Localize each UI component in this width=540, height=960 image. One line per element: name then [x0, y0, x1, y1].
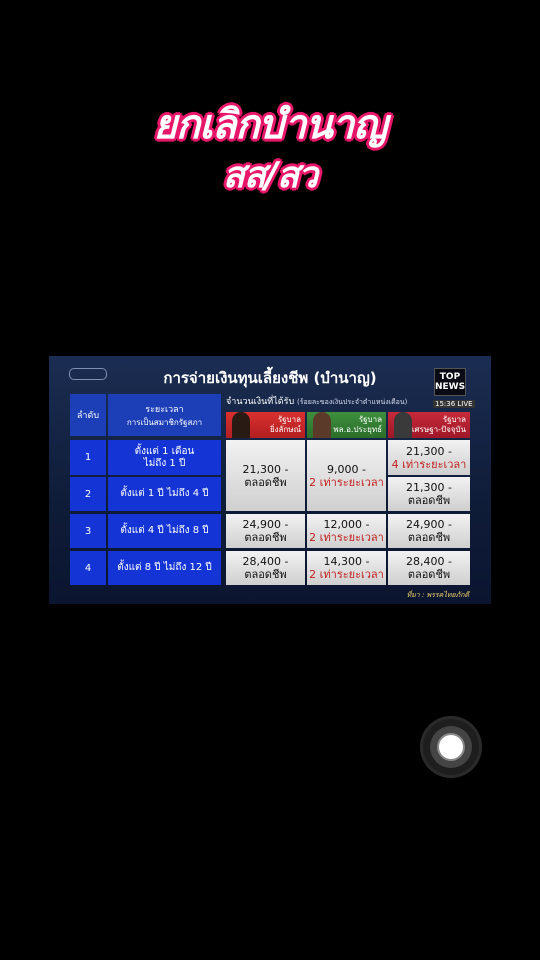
value-prayut-r4: 14,300 - 2 เท่าระยะเวลา: [307, 551, 386, 585]
row-4-rank: 4: [70, 551, 106, 585]
row-1-rank: 1: [70, 440, 106, 475]
term: ตลอดชีพ: [244, 531, 287, 544]
term: ตลอดชีพ: [244, 475, 287, 489]
row-4-duration: ตั้งแต่ 8 ปี ไม่ถึง 12 ปี: [108, 551, 221, 585]
assistive-touch-button[interactable]: [420, 716, 482, 778]
value-prayut-r1-2: 9,000 - 2 เท่าระยะเวลา: [307, 440, 386, 511]
amount: 9,000 -: [327, 462, 366, 476]
duration-text: ตั้งแต่ 8 ปี ไม่ถึง 12 ปี: [117, 562, 212, 573]
amount: 21,300 -: [242, 462, 289, 476]
gov-label: รัฐบาล: [358, 415, 382, 424]
term: ตลอดชีพ: [407, 494, 451, 507]
duration-text: ไม่ถึง 1 ปี: [143, 457, 186, 469]
row-1-duration: ตั้งแต่ 1 เดือน ไม่ถึง 1 ปี: [108, 440, 221, 475]
duration-text: ตั้งแต่ 1 ปี ไม่ถึง 4 ปี: [120, 488, 209, 499]
amount: 21,300 -: [406, 444, 452, 458]
portrait-icon: [313, 412, 331, 438]
value-yingluck-r3: 24,900 - ตลอดชีพ: [226, 514, 305, 548]
gov-header-prayut: รัฐบาล พล.อ.ประยุทธ์: [307, 412, 386, 438]
row-3-rank: 3: [70, 514, 106, 548]
term: 2 เท่าระยะเวลา: [309, 531, 384, 544]
row-2-duration: ตั้งแต่ 1 ปี ไม่ถึง 4 ปี: [108, 477, 221, 511]
term: ตลอดชีพ: [244, 568, 287, 581]
gov-header-yingluck: รัฐบาล ยิ่งลักษณ์: [226, 412, 305, 438]
amount: 24,900 -: [406, 518, 452, 531]
row-3-duration: ตั้งแต่ 4 ปี ไม่ถึง 8 ปี: [108, 514, 221, 548]
value-yingluck-r4: 28,400 - ตลอดชีพ: [226, 551, 305, 585]
value-srettha-r1: 21,300 - 4 เท่าระยะเวลา: [388, 440, 470, 475]
table-title: การจ่ายเงินทุนเลี้ยงชีพ (บำนาญ): [163, 369, 377, 387]
header-amount: จำนวนเงินที่ได้รับ (ร้อยละของเงินประจำตำ…: [226, 394, 471, 408]
header-amount-main: จำนวนเงินที่ได้รับ: [226, 397, 295, 407]
header-amount-sub: (ร้อยละของเงินประจำตำแหน่งเดือน): [297, 398, 408, 406]
duration-text: ตั้งแต่ 4 ปี ไม่ถึง 8 ปี: [120, 525, 209, 536]
gov-label: รัฐบาล: [442, 415, 466, 424]
caption-line-2: สส/สว: [222, 155, 318, 196]
amount: 21,300 -: [406, 481, 452, 494]
value-yingluck-r1-2: 21,300 - ตลอดชีพ: [226, 440, 305, 511]
amount: 14,300 -: [323, 555, 370, 568]
term: ตลอดชีพ: [407, 568, 451, 581]
amount: 12,000 -: [323, 518, 370, 531]
term: 2 เท่าระยะเวลา: [309, 475, 384, 489]
amount: 24,900 -: [242, 518, 289, 531]
term: ตลอดชีพ: [407, 531, 451, 544]
amount: 28,400 -: [406, 555, 452, 568]
portrait-icon: [394, 412, 412, 438]
portrait-icon: [232, 412, 250, 438]
gov-label: รัฐบาล: [277, 415, 301, 424]
gov-name: เศรษฐา-ปัจจุบัน: [411, 425, 466, 434]
value-srettha-r2: 21,300 - ตลอดชีพ: [388, 477, 470, 511]
assistive-touch-dot-icon: [437, 733, 465, 761]
term: 4 เท่าระยะเวลา: [391, 457, 467, 471]
header-rank: ลำดับ: [70, 394, 106, 436]
header-duration: ระยะเวลา การเป็นสมาชิกรัฐสภา: [108, 394, 221, 436]
header-duration-main: ระยะเวลา: [145, 405, 184, 415]
term: 2 เท่าระยะเวลา: [309, 568, 384, 581]
amount: 28,400 -: [242, 555, 289, 568]
source-credit: ที่มา : พรรคไทยภักดี: [406, 591, 469, 599]
topnews-logo: TOP NEWS: [434, 368, 466, 396]
gov-name: พล.อ.ประยุทธ์: [333, 425, 382, 434]
gov-name: ยิ่งลักษณ์: [269, 425, 301, 434]
header-duration-sub: การเป็นสมาชิกรัฐสภา: [126, 418, 203, 427]
pension-table-image: การจ่ายเงินทุนเลี้ยงชีพ (บำนาญ) TOP NEWS…: [49, 356, 491, 604]
value-prayut-r3: 12,000 - 2 เท่าระยะเวลา: [307, 514, 386, 548]
duration-text: ตั้งแต่ 1 เดือน: [134, 445, 195, 457]
value-srettha-r4: 28,400 - ตลอดชีพ: [388, 551, 470, 585]
value-srettha-r3: 24,900 - ตลอดชีพ: [388, 514, 470, 548]
gov-header-srettha: รัฐบาล เศรษฐา-ปัจจุบัน: [388, 412, 470, 438]
row-2-rank: 2: [70, 477, 106, 511]
